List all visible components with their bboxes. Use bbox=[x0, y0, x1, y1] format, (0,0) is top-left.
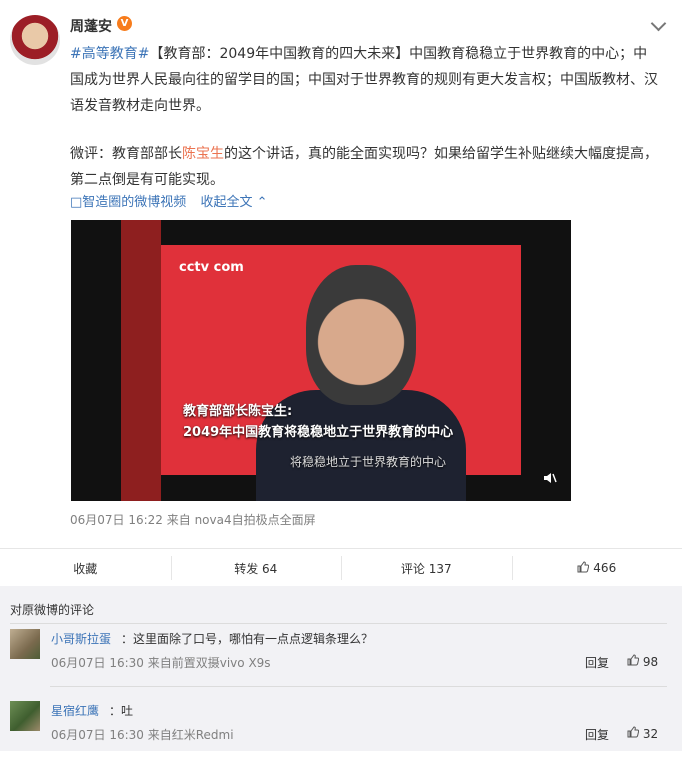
author-name[interactable]: 周蓬安 bbox=[70, 16, 112, 36]
collapse-link[interactable]: 收起全文 ⌃ bbox=[200, 195, 267, 210]
author-avatar[interactable] bbox=[10, 15, 60, 65]
comment-button[interactable]: 评论 137 bbox=[341, 549, 512, 587]
comment-like-button[interactable]: 32 bbox=[627, 726, 658, 741]
comment-item: 小哥斯拉蛋 ：这里面除了口号，哪怕有一点点逻辑条理么？ 06月07日 16:30… bbox=[10, 626, 670, 686]
action-bar: 收藏 转发 64 评论 137 466 bbox=[0, 548, 682, 587]
comment-meta: 06月07日 16:30 来自前置双摄vivo X9s bbox=[51, 654, 271, 671]
comment-text: ：吐 bbox=[109, 702, 133, 719]
post-text-line3: 语发音教材走向世界。 bbox=[70, 93, 670, 119]
repost-button[interactable]: 转发 64 bbox=[171, 549, 342, 587]
like-count: 466 bbox=[593, 561, 616, 575]
reply-button[interactable]: 回复 bbox=[585, 654, 609, 671]
comment-rest: 的这个讲话，真的能全面实现吗？如果给留学生补贴继续大幅度提高， bbox=[224, 146, 658, 162]
comment-divider bbox=[50, 686, 667, 687]
commenter-avatar[interactable] bbox=[10, 629, 40, 659]
comment-like-count: 98 bbox=[643, 655, 658, 669]
mute-icon[interactable] bbox=[543, 471, 557, 489]
post-text-line1: 【教育部：2049年中国教育的四大未来】中国教育稳稳立于世界教育的中心；中 bbox=[149, 46, 647, 62]
comment-item: 星宿红鹰 ：吐 06月07日 16:30 来自红米Redmi 回复 32 bbox=[10, 698, 670, 758]
video-links: □智造圈的微博视频 收起全文 ⌃ bbox=[70, 191, 267, 210]
comment-like-button[interactable]: 98 bbox=[627, 654, 658, 669]
comments-divider bbox=[10, 623, 667, 624]
weibo-post: 周蓬安 V #高等教育#【教育部：2049年中国教育的四大未来】中国教育稳稳立于… bbox=[0, 0, 682, 548]
post-comment: 微评：教育部部长陈宝生的这个讲话，真的能全面实现吗？如果给留学生补贴继续大幅度提… bbox=[70, 141, 670, 193]
comment-like-count: 32 bbox=[643, 727, 658, 741]
comment-label: 评论 137 bbox=[401, 560, 452, 577]
post-meta: 06月07日 16:22 来自 nova4自拍极点全面屏 bbox=[70, 511, 316, 528]
commenter-name[interactable]: 小哥斯拉蛋 bbox=[51, 630, 111, 647]
repost-label: 转发 64 bbox=[234, 560, 277, 577]
speaker-head bbox=[306, 265, 416, 405]
like-button[interactable]: 466 bbox=[512, 549, 682, 587]
favorite-label: 收藏 bbox=[73, 560, 97, 577]
person-link[interactable]: 陈宝生 bbox=[182, 146, 224, 162]
comment-prefix: 微评：教育部部长 bbox=[70, 146, 182, 162]
comment-line2: 第二点倒是有可能实现。 bbox=[70, 167, 670, 193]
video-caption-line1: 教育部部长陈宝生: bbox=[183, 400, 292, 419]
hashtag-link[interactable]: #高等教育# bbox=[70, 46, 149, 62]
video-caption-line2: 2049年中国教育将稳稳地立于世界教育的中心 bbox=[183, 421, 453, 440]
post-text-line2: 国成为世界人民最向往的留学目的国；中国对于世界教育的规则有更大发言权；中国版教材… bbox=[70, 67, 670, 93]
channel-logo: cctv com bbox=[179, 260, 244, 275]
comments-title: 对原微博的评论 bbox=[10, 601, 94, 618]
video-player[interactable]: cctv com 教育部部长陈宝生: 2049年中国教育将稳稳地立于世界教育的中… bbox=[71, 220, 571, 501]
verified-badge-icon: V bbox=[117, 16, 132, 31]
comment-text: ：这里面除了口号，哪怕有一点点逻辑条理么？ bbox=[121, 630, 373, 647]
thumb-up-icon bbox=[627, 727, 643, 741]
chevron-down-icon[interactable] bbox=[651, 16, 667, 32]
favorite-button[interactable]: 收藏 bbox=[0, 549, 171, 587]
commenter-avatar[interactable] bbox=[10, 701, 40, 731]
thumb-up-icon bbox=[577, 561, 589, 576]
commenter-name[interactable]: 星宿红鹰 bbox=[51, 702, 99, 719]
comments-section: 对原微博的评论 小哥斯拉蛋 ：这里面除了口号，哪怕有一点点逻辑条理么？ 06月0… bbox=[0, 586, 682, 751]
thumb-up-icon bbox=[627, 655, 643, 669]
comment-meta: 06月07日 16:30 来自红米Redmi bbox=[51, 726, 234, 743]
video-backdrop-bar bbox=[121, 220, 161, 501]
reply-button[interactable]: 回复 bbox=[585, 726, 609, 743]
video-subtitle: 将稳稳地立于世界教育的中心 bbox=[290, 453, 446, 470]
post-text: #高等教育#【教育部：2049年中国教育的四大未来】中国教育稳稳立于世界教育的中… bbox=[70, 41, 670, 119]
video-source-link[interactable]: □智造圈的微博视频 bbox=[70, 195, 186, 210]
